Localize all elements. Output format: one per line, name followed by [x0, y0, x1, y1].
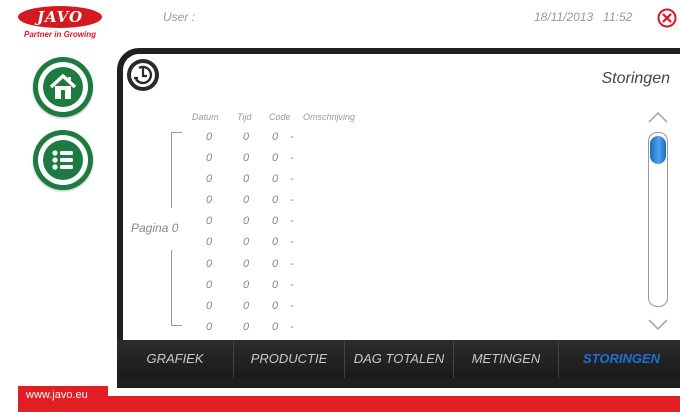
cell-datum: 0: [206, 256, 212, 272]
table-row: 000-: [123, 277, 423, 298]
cell-desc: -: [290, 234, 294, 250]
cell-desc: -: [290, 298, 294, 314]
cell-tijd: 0: [243, 277, 249, 293]
cell-datum: 0: [206, 150, 212, 166]
cell-datum: 0: [206, 319, 212, 335]
table-row: 000-: [123, 171, 423, 192]
col-header-datum: Datum: [192, 112, 219, 122]
cell-desc: -: [290, 171, 294, 187]
cell-datum: 0: [206, 298, 212, 314]
fault-history-icon: [127, 59, 159, 91]
cell-datum: 0: [206, 192, 212, 208]
table-row: 000-: [123, 150, 423, 171]
cell-tijd: 0: [243, 129, 249, 145]
table-row: 000-: [123, 256, 423, 277]
cell-datum: 0: [206, 213, 212, 229]
home-icon: [49, 74, 77, 99]
scroll-up-button[interactable]: [647, 110, 669, 124]
scrollbar-thumb[interactable]: [650, 136, 666, 164]
cell-datum: 0: [206, 129, 212, 145]
cell-desc: -: [290, 319, 294, 335]
col-header-code: Code: [269, 112, 291, 122]
cell-datum: 0: [206, 234, 212, 250]
cell-desc: -: [290, 192, 294, 208]
table-header: Datum Tijd Code Omschrijving: [123, 112, 423, 124]
tab-productie[interactable]: PRODUCTIE: [234, 340, 345, 378]
cell-code: 0: [272, 298, 278, 314]
close-icon: [657, 8, 677, 28]
cell-code: 0: [272, 256, 278, 272]
chevron-down-icon: [648, 319, 668, 331]
tab-storingen[interactable]: STORINGEN: [559, 340, 680, 378]
chevron-up-icon: [648, 111, 668, 123]
cell-tijd: 0: [243, 213, 249, 229]
col-header-omschrijving: Omschrijving: [303, 112, 356, 122]
time-text: 11:52: [603, 10, 633, 24]
table-row: 000-: [123, 213, 423, 234]
footer-bar: [18, 396, 680, 412]
cell-code: 0: [272, 171, 278, 187]
main-panel: Storingen Datum Tijd Code Omschrijving P…: [117, 48, 680, 388]
cell-code: 0: [272, 213, 278, 229]
tab-metingen[interactable]: METINGEN: [454, 340, 559, 378]
cell-tijd: 0: [243, 150, 249, 166]
cell-tijd: 0: [243, 256, 249, 272]
date-text: 18/11/2013: [534, 10, 594, 24]
cell-code: 0: [272, 234, 278, 250]
footer-url[interactable]: www.javo.eu: [18, 386, 108, 404]
list-icon: [52, 150, 73, 170]
close-button[interactable]: [657, 8, 677, 28]
table-row: 000-: [123, 234, 423, 255]
scroll-down-button[interactable]: [647, 318, 669, 332]
cell-tijd: 0: [243, 234, 249, 250]
cell-tijd: 0: [243, 298, 249, 314]
scrollbar-track[interactable]: [648, 132, 668, 307]
tab-dag-totalen[interactable]: DAG TOTALEN: [345, 340, 454, 378]
tab-grafiek[interactable]: GRAFIEK: [117, 340, 234, 378]
cell-datum: 0: [206, 277, 212, 293]
fault-table: 000- 000- 000- 000- 000- 000- 000- 000- …: [123, 129, 423, 340]
table-row: 000-: [123, 298, 423, 319]
table-row: 000-: [123, 129, 423, 150]
home-button[interactable]: [33, 57, 93, 117]
table-row: 000-: [123, 192, 423, 213]
cell-tijd: 0: [243, 319, 249, 335]
col-header-tijd: Tijd: [237, 112, 252, 122]
cell-desc: -: [290, 256, 294, 272]
cell-datum: 0: [206, 171, 212, 187]
menu-list-button[interactable]: [33, 130, 93, 190]
cell-code: 0: [272, 319, 278, 335]
cell-code: 0: [272, 192, 278, 208]
cell-desc: -: [290, 277, 294, 293]
cell-desc: -: [290, 213, 294, 229]
table-row: 000-: [123, 319, 423, 340]
cell-code: 0: [272, 150, 278, 166]
javo-logo: JAVO Partner in Growing: [18, 6, 128, 42]
tab-bar: GRAFIEK PRODUCTIE DAG TOTALEN METINGEN S…: [117, 340, 680, 378]
cell-tijd: 0: [243, 171, 249, 187]
cell-code: 0: [272, 129, 278, 145]
cell-desc: -: [290, 129, 294, 145]
cell-tijd: 0: [243, 192, 249, 208]
cell-desc: -: [290, 150, 294, 166]
logo-wordmark: JAVO: [18, 6, 102, 28]
cell-code: 0: [272, 277, 278, 293]
logo-tagline: Partner in Growing: [24, 30, 97, 39]
datetime-display: 18/11/2013 11:52: [534, 10, 632, 24]
storingen-content: Storingen Datum Tijd Code Omschrijving P…: [123, 54, 680, 340]
page-title: Storingen: [601, 70, 671, 87]
user-label: User :: [163, 10, 196, 24]
